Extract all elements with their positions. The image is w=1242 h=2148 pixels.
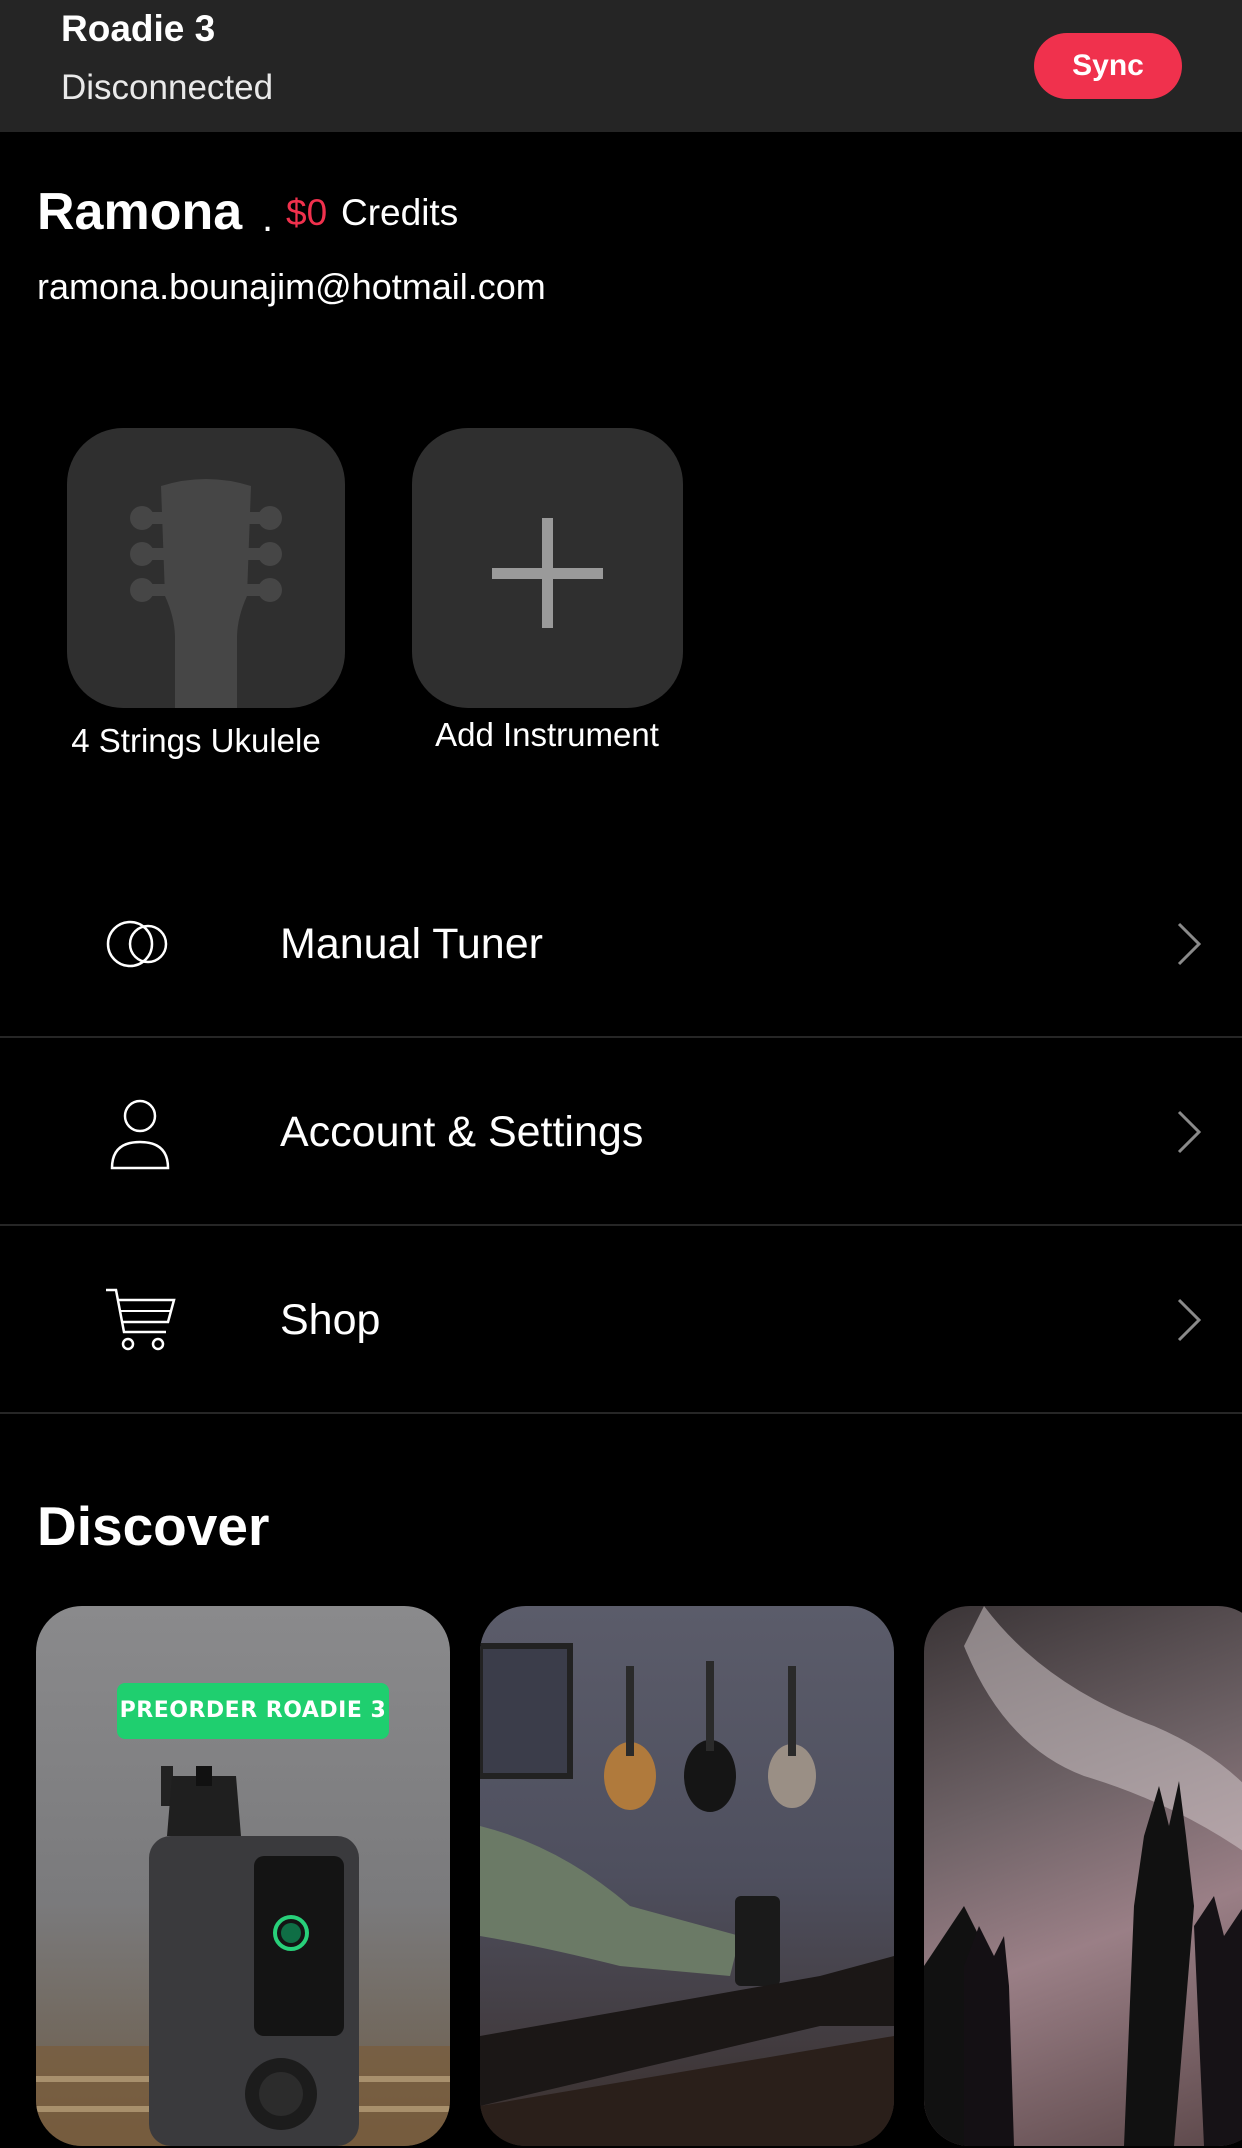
plus-icon <box>492 518 603 628</box>
menu-item-shop[interactable]: Shop <box>0 1226 1242 1414</box>
add-instrument-label: Add Instrument <box>435 716 659 753</box>
device-connection-status: Disconnected <box>61 68 274 107</box>
device-status-bar: Roadie 3 Disconnected Sync <box>0 0 1242 132</box>
separator-dot: . <box>262 196 274 240</box>
cart-icon <box>106 1288 176 1351</box>
concert-crowd-photo <box>924 1606 1242 2146</box>
sync-button[interactable]: Sync <box>1034 33 1182 99</box>
chevron-right-icon <box>1177 1110 1202 1154</box>
discover-card-preorder[interactable]: PREORDER ROADIE 3 <box>36 1606 450 2146</box>
credits-amount: $0 <box>286 192 328 233</box>
divider <box>0 1412 1242 1414</box>
chevron-right-icon <box>1177 1298 1202 1342</box>
menu-item-label: Shop <box>280 1296 381 1344</box>
menu-item-label: Account & Settings <box>280 1108 644 1156</box>
tuner-circles-icon <box>106 920 168 968</box>
discover-heading: Discover <box>37 1495 270 1557</box>
credits-label: Credits <box>341 192 459 233</box>
device-name: Roadie 3 <box>61 8 216 49</box>
menu-item-account-settings[interactable]: Account & Settings <box>0 1038 1242 1226</box>
menu-item-manual-tuner[interactable]: Manual Tuner <box>0 850 1242 1038</box>
menu-item-label: Manual Tuner <box>280 920 543 968</box>
instrument-ukulele-tile[interactable] <box>67 428 345 708</box>
discover-card-tuning-video[interactable] <box>480 1606 894 2146</box>
user-name: Ramona <box>37 183 243 241</box>
chevron-right-icon <box>1177 922 1202 966</box>
add-instrument-tile[interactable] <box>412 428 683 708</box>
roadie-3-device-photo <box>36 1766 450 2146</box>
user-email: ramona.bounajim@hotmail.com <box>37 266 546 307</box>
ukulele-headstock-icon <box>130 479 282 708</box>
guitar-tuning-photo <box>480 1643 894 2146</box>
discover-card-concert[interactable] <box>924 1606 1242 2146</box>
instrument-ukulele-label: 4 Strings Ukulele <box>71 722 321 759</box>
person-icon <box>110 1099 170 1170</box>
